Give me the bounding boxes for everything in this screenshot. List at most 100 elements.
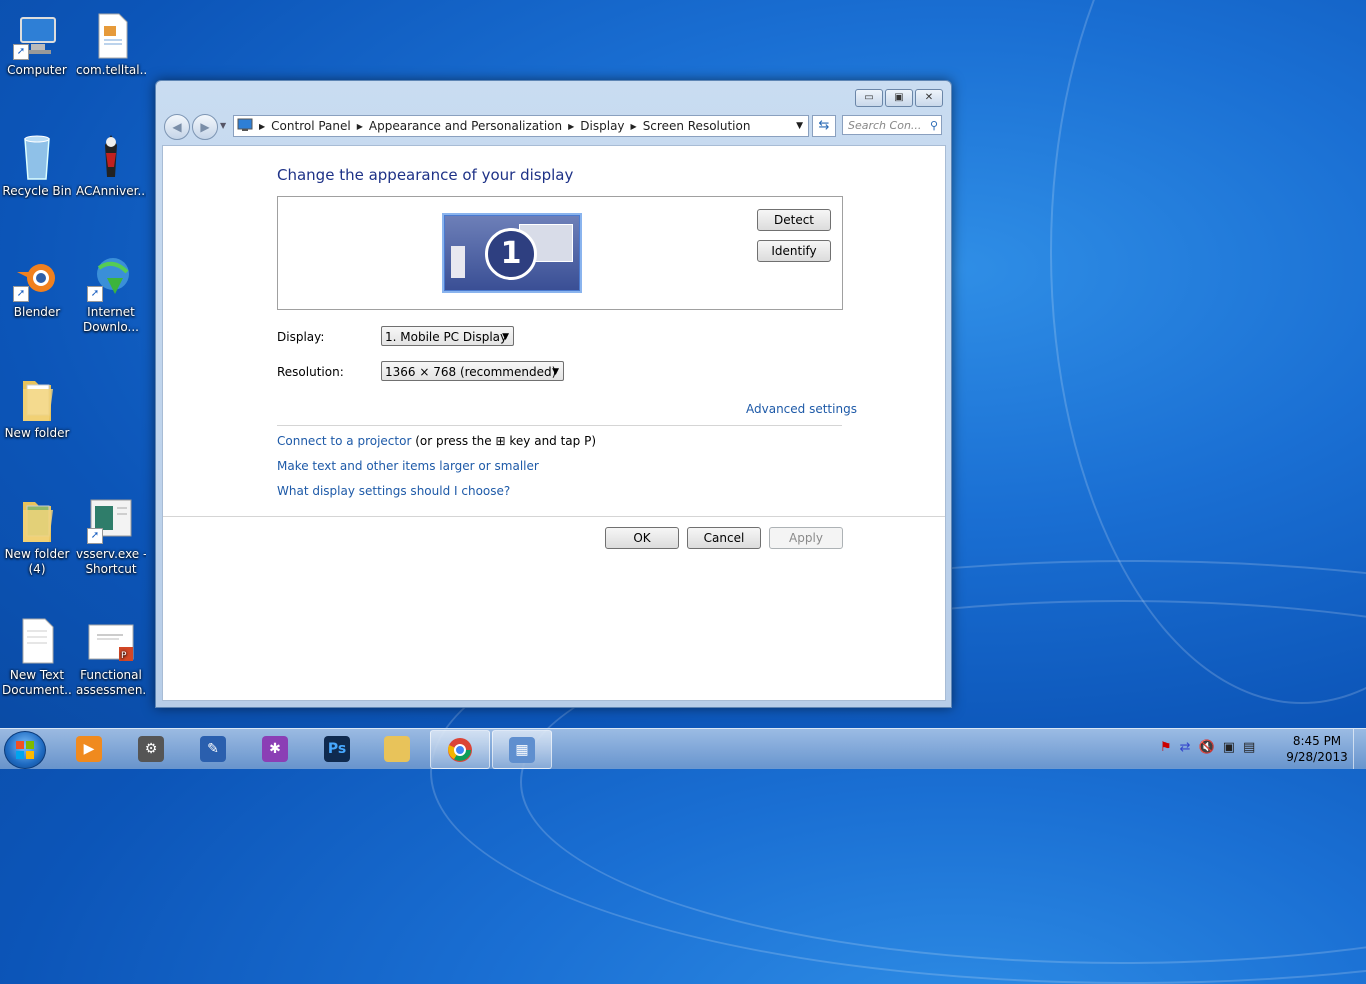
folder-icon	[13, 375, 61, 423]
desktop-icon-label: New folder	[4, 547, 70, 561]
network-icon[interactable]: ⇄	[1180, 740, 1199, 755]
chrome-icon	[448, 738, 472, 762]
start-button[interactable]	[4, 731, 46, 769]
resolution-select-value: 1366 × 768 (recommended)	[385, 365, 557, 379]
desktop-icon-label-line2: Downlo...	[83, 320, 139, 334]
clock-date: 9/28/2013	[1286, 750, 1348, 764]
minimize-button[interactable]: ▭	[855, 89, 883, 107]
connect-projector-link[interactable]: Connect to a projector	[277, 434, 411, 448]
chevron-down-icon: ▼	[552, 367, 559, 377]
refresh-button[interactable]: ⇆	[812, 115, 836, 137]
breadcrumb-screen-resolution[interactable]: Screen Resolution	[637, 119, 757, 133]
breadcrumb-display[interactable]: Display	[574, 119, 630, 133]
desktop-icon-internet-download[interactable]: ➚ Internet Downlo...	[76, 254, 146, 335]
desktop-icon-blender[interactable]: ➚ Blender	[2, 254, 72, 320]
desktop-icon-label-line2: Shortcut	[85, 562, 137, 576]
back-button[interactable]: ◀	[164, 114, 190, 140]
windows-key-icon: ⊞	[495, 434, 506, 448]
desktop-icon-new-folder-4[interactable]: New folder (4)	[2, 496, 72, 577]
taskbar-spider-app[interactable]: ✱	[246, 730, 304, 767]
clock-time: 8:45 PM	[1292, 734, 1342, 748]
desktop-icon-functional-assessment[interactable]: P Functional assessmen...	[76, 617, 146, 698]
photoshop-icon: Ps	[324, 736, 350, 762]
resolution-select[interactable]: 1366 × 768 (recommended) ▼	[381, 361, 564, 381]
control-panel-icon	[237, 118, 253, 135]
device-icon[interactable]: ▣	[1223, 740, 1243, 755]
scanner-icon: ⚙	[138, 736, 164, 762]
ok-button[interactable]: OK	[605, 527, 679, 549]
powerpoint-file-icon: P	[87, 617, 135, 665]
desktop-icon-label: Internet	[87, 305, 135, 319]
action-center-flag-icon[interactable]: ⚑	[1160, 740, 1180, 755]
detect-button[interactable]: Detect	[757, 209, 831, 231]
address-dropdown-icon[interactable]: ▼	[796, 121, 803, 131]
display-label: Display:	[277, 330, 325, 344]
address-bar[interactable]: ▶ Control Panel ▶ Appearance and Persona…	[233, 115, 809, 137]
blender-icon: ➚	[13, 254, 61, 302]
monitor-1-thumbnail[interactable]: 1	[444, 215, 580, 291]
close-button[interactable]: ✕	[915, 89, 943, 107]
identify-button[interactable]: Identify	[757, 240, 831, 262]
maximize-button[interactable]: ▣	[885, 89, 913, 107]
display-help-link[interactable]: What display settings should I choose?	[277, 484, 510, 498]
forward-button[interactable]: ▶	[192, 114, 218, 140]
taskbar-display-settings[interactable]: ▦	[492, 730, 552, 769]
app-icon: ➚	[87, 496, 135, 544]
text-size-link[interactable]: Make text and other items larger or smal…	[277, 459, 539, 473]
media-player-icon: ▶	[76, 736, 102, 762]
recycle-bin-icon	[13, 133, 61, 181]
resolution-label: Resolution:	[277, 365, 344, 379]
search-input[interactable]: Search Con... ⚲	[842, 115, 942, 135]
folder-icon	[13, 496, 61, 544]
back-arrow-icon: ◀	[172, 120, 182, 134]
breadcrumb-appearance[interactable]: Appearance and Personalization	[363, 119, 568, 133]
game-icon	[87, 133, 135, 181]
volume-muted-icon[interactable]: 🔇	[1199, 740, 1223, 755]
desktop-icon-new-folder[interactable]: New folder	[2, 375, 72, 441]
taskbar-pen-app[interactable]: ✎	[184, 730, 242, 767]
taskbar-media-player[interactable]: ▶	[60, 730, 118, 767]
display-settings-icon: ▦	[509, 737, 535, 763]
page-title: Change the appearance of your display	[277, 166, 574, 184]
windows-logo-icon	[16, 741, 34, 759]
desktop-icon-label-line2: (4)	[28, 562, 46, 576]
projector-hint-text-end: key and tap P)	[509, 434, 597, 448]
desktop-icon-label: Functional	[80, 668, 142, 682]
desktop-icon-label: Recycle Bin	[2, 184, 72, 198]
projector-row: Connect to a projector (or press the ⊞ k…	[277, 434, 596, 448]
navigation-bar: ◀ ▶ ▼ ▶ Control Panel ▶ Appearance and P…	[162, 113, 945, 140]
download-manager-icon: ➚	[87, 254, 135, 302]
desktop-icon-vsserv-shortcut[interactable]: ➚ vsserv.exe - Shortcut	[76, 496, 146, 577]
cancel-button[interactable]: Cancel	[687, 527, 761, 549]
refresh-icon: ⇆	[818, 118, 830, 133]
taskbar-photoshop[interactable]: Ps	[308, 730, 366, 767]
display-select[interactable]: 1. Mobile PC Display ▼	[381, 326, 514, 346]
power-icon[interactable]: ▤	[1243, 740, 1263, 755]
search-placeholder: Search Con...	[848, 119, 922, 132]
search-icon: ⚲	[929, 119, 938, 132]
taskbar-explorer[interactable]	[368, 730, 426, 767]
forward-arrow-icon: ▶	[200, 120, 210, 134]
clock[interactable]: 8:45 PM 9/28/2013	[1282, 733, 1352, 765]
desktop-icon-label: vsserv.exe -	[76, 547, 146, 561]
system-tray: ⚑⇄🔇▣▤	[1160, 740, 1263, 755]
taskbar-chrome[interactable]	[430, 730, 490, 769]
desktop-icon-game[interactable]: ACAnniver...	[76, 133, 146, 199]
pen-app-icon: ✎	[200, 736, 226, 762]
breadcrumb-control-panel[interactable]: Control Panel	[265, 119, 357, 133]
recent-pages-dropdown[interactable]: ▼	[220, 121, 226, 130]
chevron-down-icon: ▼	[502, 332, 509, 342]
desktop-icon-file[interactable]: com.telltal...	[76, 12, 146, 78]
desktop-icon-computer[interactable]: ➚ Computer	[2, 12, 72, 78]
desktop-icon-recycle-bin[interactable]: Recycle Bin	[2, 133, 72, 199]
taskbar-scanner[interactable]: ⚙	[122, 730, 180, 767]
spider-app-icon: ✱	[262, 736, 288, 762]
divider	[277, 425, 842, 426]
text-file-icon	[13, 617, 61, 665]
apply-button[interactable]: Apply	[769, 527, 843, 549]
advanced-settings-link[interactable]: Advanced settings	[746, 402, 857, 416]
show-desktop-button[interactable]	[1353, 729, 1366, 769]
desktop-icon-new-text-document[interactable]: New Text Document....	[2, 617, 72, 698]
desktop-icon-label-line2: assessmen...	[76, 683, 146, 697]
divider	[163, 516, 945, 517]
